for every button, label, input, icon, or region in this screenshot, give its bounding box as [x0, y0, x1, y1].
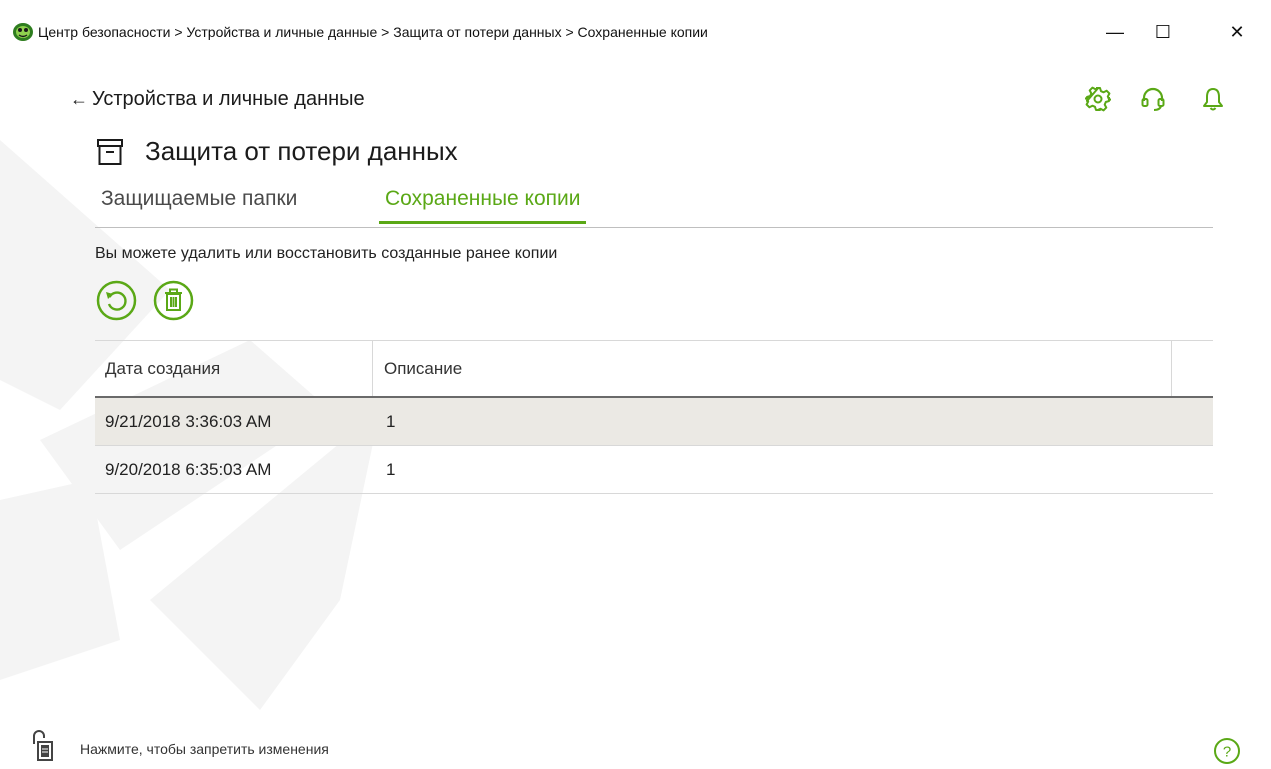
close-button[interactable]: ✕	[1214, 14, 1260, 50]
restore-button[interactable]	[96, 280, 137, 321]
saved-copies-table: Дата создания Описание 9/21/2018 3:36:03…	[95, 340, 1213, 494]
trash-icon	[165, 288, 182, 311]
table-header: Дата создания Описание	[95, 340, 1213, 398]
archive-box-icon	[97, 139, 123, 165]
restore-icon	[106, 291, 127, 311]
support-button[interactable]	[1138, 84, 1168, 114]
help-icon[interactable]: ?	[1213, 737, 1241, 765]
minimize-icon: —	[1106, 21, 1124, 42]
close-icon: ✕	[1229, 21, 1245, 42]
gear-icon	[1085, 86, 1111, 112]
unlock-icon[interactable]	[30, 728, 68, 762]
minimize-button[interactable]: —	[1092, 14, 1138, 50]
maximize-button[interactable]: ☐	[1140, 14, 1186, 50]
support-headset-icon	[1141, 87, 1165, 111]
settings-button[interactable]	[1083, 84, 1113, 114]
back-link-label: Устройства и личные данные	[92, 88, 365, 110]
notifications-button[interactable]	[1198, 84, 1228, 114]
svg-text:?: ?	[1223, 744, 1231, 761]
delete-button[interactable]	[153, 280, 194, 321]
table-row[interactable]: 9/20/2018 6:35:03 AM 1	[95, 446, 1213, 494]
tab-bar: Защищаемые папки Сохраненные копии	[95, 183, 1213, 228]
page-title: Защита от потери данных	[145, 136, 458, 166]
cell-date: 9/21/2018 3:36:03 AM	[105, 412, 272, 431]
column-divider[interactable]	[1171, 341, 1172, 396]
back-link[interactable]: ← Устройства и личные данные	[70, 88, 365, 111]
cell-description: 1	[386, 460, 396, 479]
column-header-description[interactable]: Описание	[384, 359, 462, 379]
cell-date: 9/20/2018 6:35:03 AM	[105, 460, 272, 479]
window-title: Центр безопасности > Устройства и личные…	[38, 24, 708, 40]
description-text: Вы можете удалить или восстановить созда…	[95, 245, 558, 262]
lock-changes-link[interactable]: Нажмите, чтобы запретить изменения	[80, 741, 329, 757]
cell-description: 1	[386, 412, 396, 431]
column-divider[interactable]	[372, 341, 373, 396]
bell-icon	[1203, 88, 1223, 111]
column-header-date[interactable]: Дата создания	[105, 359, 220, 379]
drweb-logo-icon	[13, 23, 33, 41]
tab-protected-folders[interactable]: Защищаемые папки	[95, 187, 303, 221]
title-bar: Центр безопасности > Устройства и личные…	[0, 0, 1271, 64]
maximize-icon: ☐	[1154, 21, 1172, 42]
table-row[interactable]: 9/21/2018 3:36:03 AM 1	[95, 398, 1213, 446]
back-arrow-icon: ←	[70, 89, 88, 109]
tab-saved-copies[interactable]: Сохраненные копии	[379, 187, 587, 224]
